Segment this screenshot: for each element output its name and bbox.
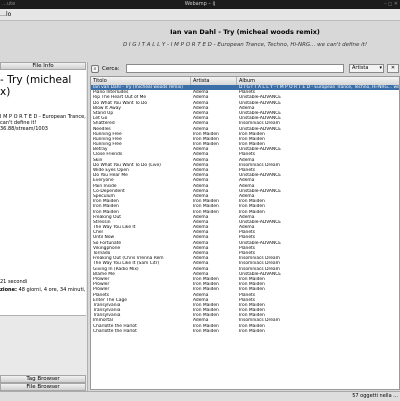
now-playing-subtitle: D I G I T A L L Y - I M P O R T E D - Eu… [122,42,368,48]
menu-item[interactable]: …lo [0,11,11,18]
column-header-title[interactable]: Titolo [91,77,191,85]
window-title: Webamp – ij [184,1,216,7]
search-label: Cerca: [102,66,120,72]
track-title-line-2: x) [0,86,11,98]
window-controls[interactable]: – ◻ ✕ [384,1,398,7]
playlist-table: Titolo Artista Album Ian van Dahl - Try … [90,76,400,390]
now-playing-header: Ian van Dahl - Try (micheal woods remix)… [90,20,400,62]
info-line: 36.88/stream/1003 [0,126,48,132]
cell-album: Iron Maiden [239,328,265,334]
search-icon[interactable]: ⌕ [91,65,99,73]
now-playing-title: Ian van Dahl - Try (micheal woods remix) [170,28,320,36]
file-browser-header[interactable]: File Browser [0,383,86,391]
track-title-line-1: - Try (micheal [0,74,72,86]
chevron-down-icon: ▾ [379,65,382,71]
column-header-album[interactable]: Album [237,77,399,85]
tag-browser-header[interactable]: Tag Browser [0,375,86,383]
track-title-large: - Try (micheal x) [0,74,71,98]
table-row[interactable]: Charlotte the Harlot Iron Maiden Iron Maid… [91,328,399,334]
search-input[interactable] [126,64,344,73]
duration-text: 21 secondi [0,279,28,285]
left-sidebar: File Info - Try (micheal x) I M P O R T … [0,62,88,392]
search-bar: ⌕ Cerca: Artista ▾ ✕ [90,64,400,75]
total-duration: zione: 48 giorni, 4 ore, 34 minuti, [0,287,85,293]
column-header-artist[interactable]: Artista [191,77,237,85]
item-count: 57 oggetti nella ... [352,393,398,399]
total-duration-value: 48 giorni, 4 ore, 34 minuti, [17,287,86,293]
cell-artist: Iron Maiden [193,328,219,334]
window-titlebar: …ute Webamp – ij – ◻ ✕ [0,0,400,9]
search-filter-select[interactable]: Artista ▾ [349,64,384,73]
search-filter-value: Artista [352,65,369,71]
table-body: Ian van Dahl - Try (micheal woods remix)… [91,85,399,334]
file-info-panel: - Try (micheal x) I M P O R T E D - Euro… [0,70,86,316]
total-duration-label: zione: [0,287,18,293]
cell-title: Charlotte the Harlot [93,328,137,334]
clear-search-button[interactable]: ✕ [387,64,399,73]
file-info-header[interactable]: File Info [0,62,86,70]
